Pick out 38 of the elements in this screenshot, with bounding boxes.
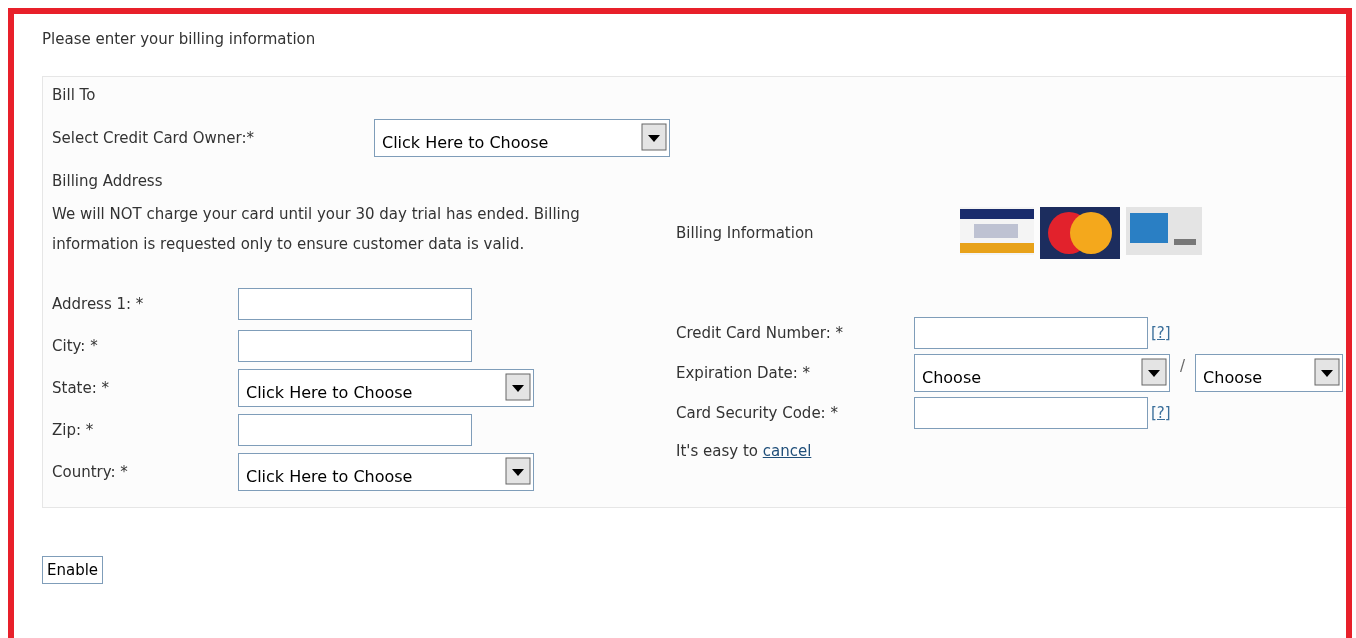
field-label: Zip: * [52, 421, 95, 439]
credit-card-icon [1125, 207, 1202, 255]
field-label: Select Credit Card Owner:* [52, 129, 256, 147]
input-field[interactable] [238, 288, 472, 320]
dropdown[interactable]: Click Here to Choose [238, 453, 534, 491]
input-field[interactable] [238, 330, 472, 362]
section-heading: Billing Address [52, 171, 164, 191]
caret-icon [505, 457, 531, 485]
help-link[interactable]: [?] [1151, 404, 1171, 422]
dropdown[interactable]: Choose [1195, 354, 1344, 392]
page-title: Please enter your billing information [42, 30, 317, 50]
input-field[interactable] [914, 397, 1148, 429]
field-label: City: * [52, 337, 99, 355]
field-label: Address 1: * [52, 295, 145, 313]
notice-text: We will NOT charge your card until your 30 day trial has ended. Billing information is requested only to ensure customer data is valid. [52, 204, 581, 255]
caret-icon [1141, 358, 1167, 386]
section-heading: Billing Information [676, 224, 814, 242]
section-heading: Bill To [52, 85, 97, 105]
caret-icon [1314, 358, 1341, 386]
caret-icon [505, 373, 531, 401]
field-label: Credit Card Number: * [676, 324, 845, 342]
dropdown[interactable]: Click Here to Choose [238, 369, 534, 407]
dropdown[interactable]: Click Here to Choose [374, 119, 670, 157]
separator-text: / [1180, 357, 1186, 375]
enable-button[interactable]: Enable [42, 556, 104, 584]
credit-card-icon [1039, 207, 1120, 259]
input-field[interactable] [238, 414, 472, 446]
field-label: Country: * [52, 463, 129, 481]
field-label: State: * [52, 379, 111, 397]
cancel-note: It's easy to [676, 442, 758, 460]
field-label: Expiration Date: * [676, 364, 812, 382]
cancel-link[interactable]: cancel [762, 442, 812, 460]
credit-card-icon [959, 207, 1034, 255]
caret-icon [641, 123, 667, 151]
help-link[interactable]: [?] [1151, 324, 1171, 342]
dropdown[interactable]: Choose [914, 354, 1170, 392]
input-field[interactable] [914, 317, 1148, 349]
field-label: Card Security Code: * [676, 404, 839, 422]
